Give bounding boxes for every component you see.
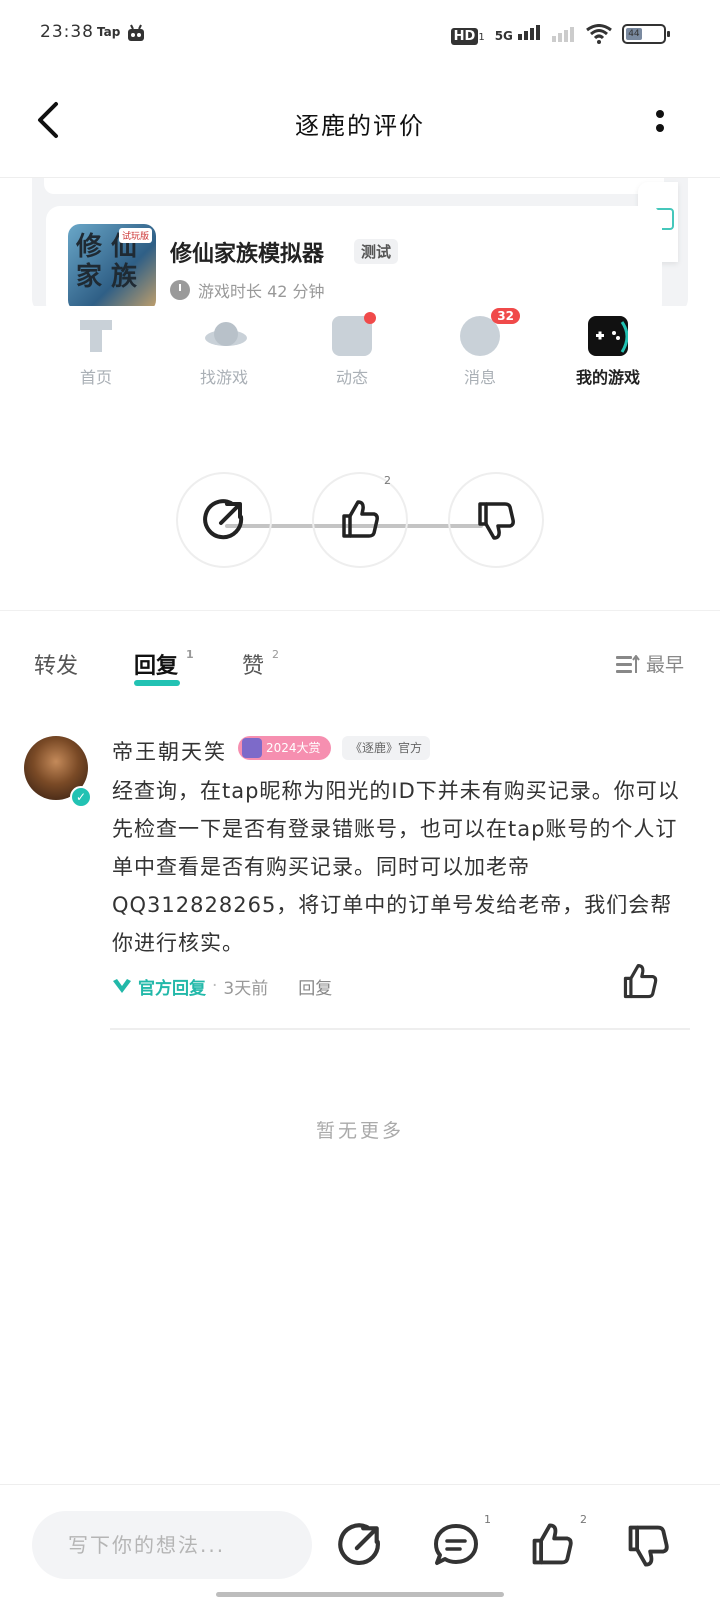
verified-icon: ✓: [70, 786, 92, 808]
nav-item-messages: 32 消息: [430, 308, 530, 388]
dislike-button[interactable]: [448, 472, 544, 568]
comment-divider: [110, 1028, 690, 1030]
tab-likes-count: 2: [272, 648, 280, 661]
sort-icon: [615, 654, 640, 673]
bottom-share-button[interactable]: [336, 1521, 384, 1569]
bottom-comment-button[interactable]: [432, 1521, 480, 1569]
comment-like-button[interactable]: [620, 962, 660, 1002]
feed-icon: [332, 312, 376, 356]
share-button[interactable]: [176, 472, 272, 568]
tab-likes-label: 赞: [242, 654, 265, 679]
official-reply-label: 官方回复: [112, 974, 206, 999]
status-indicators: HD 1 5G 44: [450, 22, 670, 46]
robot-icon: [128, 24, 144, 41]
header: 逐鹿的评价: [0, 68, 720, 178]
official-v-icon: [113, 979, 131, 993]
like-count: 2: [384, 474, 391, 487]
award-icon: [242, 738, 262, 758]
nav-item-find-games: 找游戏: [174, 316, 274, 388]
planet-icon: [204, 316, 247, 356]
comment-input[interactable]: [32, 1511, 312, 1579]
message-icon: 32: [460, 308, 520, 356]
tab-repost[interactable]: 转发: [34, 648, 78, 680]
home-t-icon: [76, 316, 116, 356]
battery-icon: 44: [622, 24, 670, 44]
nav-label-messages: 消息: [463, 368, 496, 387]
sort-label: 最早: [645, 654, 684, 676]
signal-empty-icon: [552, 27, 574, 42]
page-title: 逐鹿的评价: [295, 112, 425, 140]
nav-item-my-games: 我的游戏: [558, 316, 658, 388]
official-badge: 《逐鹿》官方: [342, 736, 431, 760]
clock-icon: [170, 280, 190, 300]
wifi-icon: [586, 24, 612, 44]
section-divider: [0, 610, 720, 611]
game-tag: 测试: [354, 239, 399, 264]
play-time: 游戏时长 42 分钟: [170, 278, 325, 302]
game-name: 修仙家族模拟器: [170, 242, 325, 267]
comment-body: 经查询，在tap昵称为阳光的ID下并未有购买记录。你可以先检查一下是否有登录错账…: [112, 779, 680, 955]
no-more-label: 暂无更多: [315, 1120, 404, 1142]
more-options-icon[interactable]: [650, 106, 670, 136]
bottom-dislike-button[interactable]: [624, 1521, 672, 1569]
gamepad-icon: [588, 316, 629, 356]
home-indicator[interactable]: [216, 1592, 504, 1597]
comment-time: 3天前: [223, 978, 269, 999]
hd-indicator: HD 1: [450, 25, 485, 45]
bottom-comment-count: 1: [484, 1513, 491, 1526]
thumbs-down-icon: [478, 502, 515, 540]
signal-5g-icon: 5G: [495, 24, 542, 44]
action-row: 2: [0, 472, 720, 572]
game-icon: 修 仙家 族 试玩版: [68, 224, 156, 312]
sort-button[interactable]: 最早: [615, 650, 684, 677]
share-icon: [203, 499, 244, 540]
tabs: 转发 回复 1 赞2 最早: [0, 640, 720, 690]
thumbs-up-icon: [342, 500, 379, 538]
message-badge: 32: [491, 308, 520, 324]
status-time: 23:38: [40, 22, 94, 42]
embedded-screenshot[interactable]: 修 仙家 族 试玩版 修仙家族模拟器 测试 游戏时长 42 分钟 首页 找游戏: [32, 178, 688, 528]
tab-reply-count: 1: [186, 648, 194, 661]
nav-label-find-games: 找游戏: [199, 368, 248, 387]
nav-label-my-games: 我的游戏: [575, 368, 640, 387]
bottom-like-button[interactable]: [528, 1521, 576, 1569]
year-award-badge: 2024大赏: [238, 736, 331, 760]
nav-label-feed: 动态: [335, 368, 368, 387]
meta-separator: ·: [212, 976, 218, 996]
game-icon-badge: 试玩版: [118, 228, 152, 243]
comment-author[interactable]: 帝王朝天笑: [112, 736, 227, 766]
like-button[interactable]: 2: [312, 472, 408, 568]
play-time-label: 游戏时长 42 分钟: [198, 282, 325, 301]
comment-meta: 官方回复 · 3天前 回复: [112, 972, 332, 1000]
tab-reply[interactable]: 回复 1: [134, 648, 194, 680]
nav-item-feed: 动态: [302, 312, 402, 388]
reply-button[interactable]: 回复: [298, 974, 332, 999]
embed-bottom-nav: 首页 找游戏 动态 32 消息 我的游戏: [32, 306, 688, 528]
game-card: 修 仙家 族 试玩版 修仙家族模拟器 测试 游戏时长 42 分钟: [46, 206, 662, 318]
nav-item-home: 首页: [46, 316, 146, 388]
year-award-label: 2024大赏: [266, 741, 321, 755]
status-bar: 23:38 Tap HD 1 5G 44: [0, 0, 720, 68]
tap-app-icon: Tap: [97, 25, 121, 39]
bottom-bar: 1 2: [0, 1485, 720, 1600]
notification-dot: [364, 312, 376, 324]
tab-active-underline: [134, 680, 180, 686]
nav-label-home: 首页: [79, 368, 112, 387]
tab-likes[interactable]: 赞2: [242, 648, 279, 680]
bottom-like-count: 2: [580, 1513, 587, 1526]
comment-item: ✓ 帝王朝天笑 2024大赏 《逐鹿》官方 经查询，在tap昵称为阳光的ID下并…: [0, 730, 720, 1030]
tab-reply-label: 回复: [134, 654, 179, 679]
